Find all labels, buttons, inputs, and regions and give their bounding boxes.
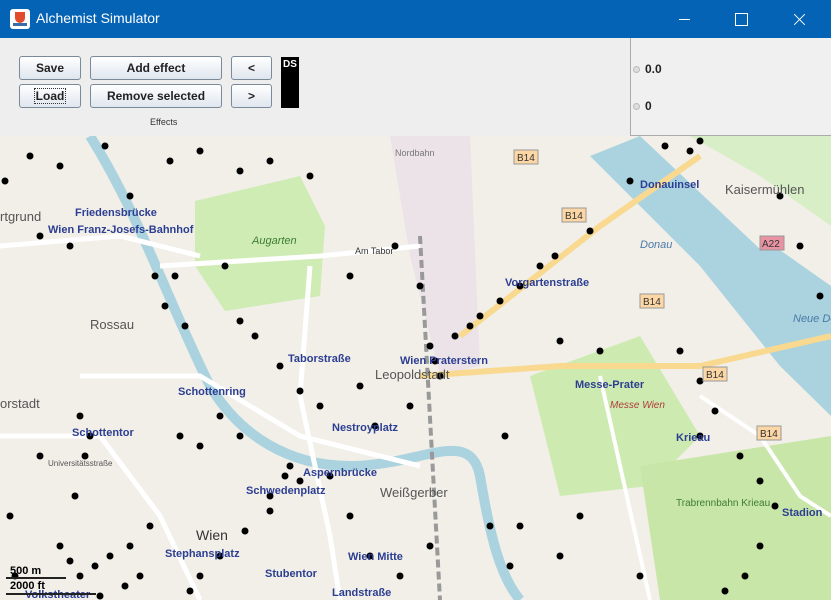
map-label: Wien — [196, 527, 228, 543]
map-label: Rossau — [90, 317, 134, 332]
map-label: Schwedenplatz — [246, 485, 326, 497]
map-label: Nestroyplatz — [332, 422, 399, 434]
map-label: Messe-Prater — [575, 379, 645, 391]
map-label: Stubentor — [265, 568, 318, 580]
map-label: orstadt — [0, 396, 40, 411]
scale-line-feet — [6, 593, 96, 595]
map-label: Kaisermühlen — [725, 182, 805, 197]
load-button[interactable]: Load — [19, 84, 81, 108]
map-label: Vorgartenstraße — [505, 277, 589, 289]
map-label: Stadion — [782, 507, 823, 519]
map-label: Stephansplatz — [165, 548, 240, 560]
map-label: rtgrund — [0, 209, 41, 224]
effect-ds-item[interactable]: DS — [281, 57, 299, 108]
map-label: Leopoldstadt — [375, 367, 450, 382]
map-label: Krieau — [676, 432, 710, 444]
map-label: Wien Franz-Josefs-Bahnhof — [48, 224, 194, 236]
maximize-button[interactable] — [718, 0, 764, 38]
map-label: Friedensbrücke — [75, 207, 157, 219]
radio-dot-icon — [633, 103, 640, 111]
map-label: Schottentor — [72, 427, 134, 439]
value-row-1[interactable]: 0.0 — [633, 62, 662, 76]
map-label: Wien Mitte — [348, 551, 403, 563]
map-labels-layer: Friedensbrücke Wien Franz-Josefs-Bahnhof… — [0, 148, 831, 600]
load-button-label: Load — [33, 88, 67, 104]
minimize-button[interactable] — [662, 0, 708, 38]
map-label: Augarten — [251, 235, 297, 247]
map-label: Donauinsel — [640, 179, 699, 191]
window-title: Alchemist Simulator — [36, 10, 160, 26]
map-label: Nordbahn — [395, 148, 435, 158]
value-1: 0.0 — [645, 62, 662, 76]
java-app-icon — [10, 9, 30, 29]
map-scale-bar: 500 m 2000 ft — [6, 563, 102, 597]
map-label: Landstraße — [332, 587, 391, 599]
time-panel: 0.0 0 — [630, 38, 831, 136]
map-label: A22 — [762, 239, 780, 250]
close-button[interactable] — [776, 0, 822, 38]
map-label: Weißgerber — [380, 485, 448, 500]
scale-feet: 2000 ft — [10, 580, 45, 592]
map-label: Wien Praterstern — [400, 355, 488, 367]
map-label: Neue Donau — [793, 313, 831, 325]
scale-line-meters — [6, 577, 66, 579]
map-label: B14 — [760, 429, 778, 440]
next-button[interactable]: > — [231, 84, 272, 108]
effects-label: Effects — [150, 117, 178, 127]
title-bar: Alchemist Simulator — [0, 0, 831, 38]
map-label: Donau — [640, 239, 672, 251]
radio-dot-icon — [633, 66, 640, 74]
map-label: Schottenring — [178, 386, 246, 398]
map-label: B14 — [706, 370, 724, 381]
remove-selected-button[interactable]: Remove selected — [90, 84, 222, 108]
value-row-2[interactable]: 0 — [633, 99, 652, 113]
map-label: Universitätsstraße — [48, 459, 113, 468]
map-label: Trabrennbahn Krieau — [676, 498, 770, 509]
value-2: 0 — [645, 99, 652, 113]
scale-meters: 500 m — [10, 565, 42, 577]
map-label: B14 — [565, 211, 583, 222]
add-effect-button[interactable]: Add effect — [90, 56, 222, 80]
map-label: B14 — [643, 297, 661, 308]
map-view[interactable]: Friedensbrücke Wien Franz-Josefs-Bahnhof… — [0, 136, 831, 600]
map-label: Aspernbrücke — [303, 467, 377, 479]
map-label: Am Tabor — [355, 246, 393, 256]
previous-button[interactable]: < — [231, 56, 272, 80]
save-button[interactable]: Save — [19, 56, 81, 80]
map-label: B14 — [517, 153, 535, 164]
map-label: Messe Wien — [610, 400, 665, 411]
map-label: Taborstraße — [288, 353, 351, 365]
